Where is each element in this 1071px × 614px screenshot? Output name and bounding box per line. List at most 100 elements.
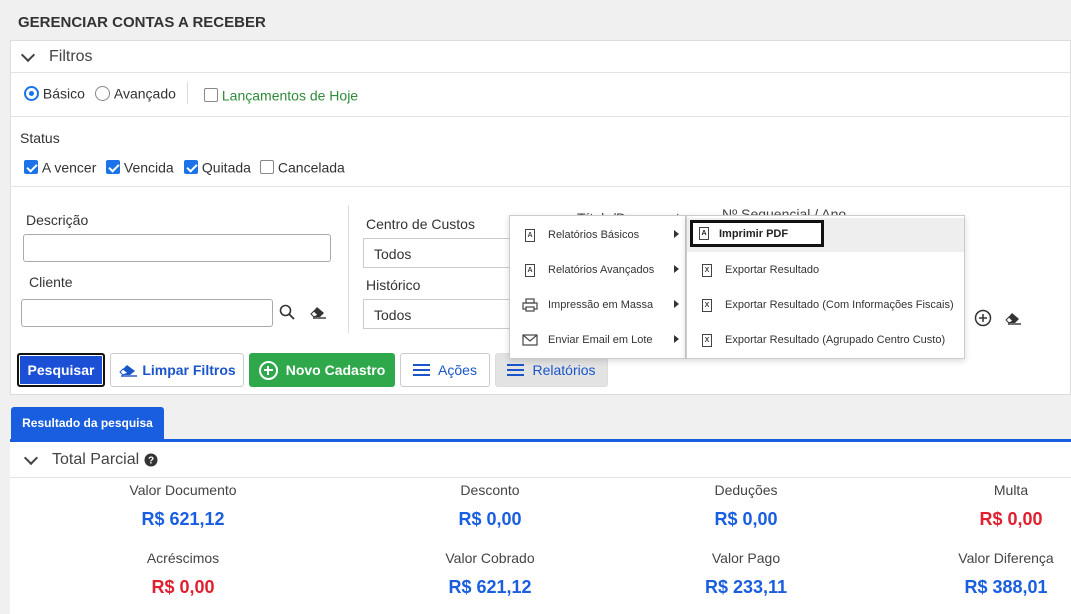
submenu-item-label: Exportar Resultado (Com Informações Fisc…: [725, 299, 954, 311]
svg-text:?: ?: [148, 455, 154, 466]
actions-label: Ações: [438, 362, 477, 378]
stat-label-desconto: Desconto: [460, 482, 520, 498]
centro-custos-label: Centro de Custos: [366, 216, 475, 232]
stat-value-deducoes: R$ 0,00: [714, 509, 778, 529]
mode-divider: [187, 82, 188, 104]
total-partial-title: Total Parcial: [52, 450, 140, 468]
imprimir-pdf-label: Imprimir PDF: [719, 227, 789, 240]
status-quitada-checkbox[interactable]: [184, 160, 198, 175]
search-button[interactable]: Pesquisar: [17, 353, 105, 387]
stat-value-multa: R$ 0,00: [979, 509, 1043, 529]
caret-right-icon: [674, 335, 679, 343]
status-quitada-label: Quitada: [201, 159, 251, 176]
eraser-icon: [119, 365, 138, 377]
excel-icon: X: [702, 298, 712, 312]
clear-filters-button[interactable]: Limpar Filtros: [110, 353, 244, 387]
cliente-input[interactable]: [21, 299, 273, 327]
radio-advanced[interactable]: Avançado: [95, 84, 176, 101]
column-divider: [348, 205, 349, 333]
status-cancelada[interactable]: Cancelada: [260, 158, 345, 175]
descricao-input[interactable]: [23, 234, 331, 262]
reports-label: Relatórios: [532, 362, 596, 378]
descricao-label: Descrição: [26, 212, 89, 228]
submenu-item-exportar-agrupado[interactable]: X Exportar Resultado (Agrupado Centro Cu…: [687, 323, 964, 357]
excel-icon: X: [702, 263, 712, 277]
stat-value-desconto: R$ 0,00: [458, 509, 522, 529]
historico-label: Histórico: [366, 277, 421, 293]
divider: [10, 116, 1071, 117]
centro-custos-select[interactable]: Todos: [363, 238, 523, 268]
radio-basic-label: Básico: [42, 85, 85, 102]
eraser-icon[interactable]: [309, 305, 327, 319]
today-checkbox[interactable]: Lançamentos de Hoje: [204, 86, 358, 103]
menu-item-impressao-massa[interactable]: Impressão em Massa: [510, 288, 685, 322]
divider: [10, 186, 1071, 187]
caret-right-icon: [674, 230, 679, 238]
clear-filters-label: Limpar Filtros: [142, 362, 236, 378]
status-vencida-checkbox[interactable]: [106, 160, 120, 175]
reports-menu: A Relatórios Básicos A Relatórios Avança…: [509, 215, 686, 359]
chevron-down-icon[interactable]: [20, 47, 36, 62]
menu-item-label: Relatórios Avançados: [548, 264, 655, 276]
status-vencida[interactable]: Vencida: [106, 158, 174, 175]
pdf-icon: A: [699, 227, 709, 240]
today-checkbox-box[interactable]: [204, 88, 218, 103]
menu-item-relatorios-avancados[interactable]: A Relatórios Avançados: [510, 253, 685, 287]
status-cancelada-label: Cancelada: [277, 159, 345, 176]
help-icon[interactable]: ?: [144, 453, 158, 467]
submenu-item-label: Exportar Resultado: [725, 264, 820, 276]
new-record-button[interactable]: Novo Cadastro: [249, 353, 395, 387]
status-a-vencer-label: A vencer: [41, 159, 97, 176]
stat-label-deducoes: Deduções: [714, 482, 778, 498]
radio-advanced-indicator[interactable]: [95, 85, 110, 101]
stat-label-valor-cobrado: Valor Cobrado: [445, 550, 535, 566]
radio-basic[interactable]: Básico: [24, 84, 85, 101]
stat-value-valor-pago: R$ 233,11: [704, 577, 788, 597]
submenu-item-label: Exportar Resultado (Agrupado Centro Cust…: [725, 334, 946, 346]
actions-button[interactable]: Ações: [400, 353, 490, 387]
submenu-item-exportar-fiscais[interactable]: X Exportar Resultado (Com Informações Fi…: [687, 288, 964, 322]
stat-label-multa: Multa: [993, 482, 1029, 498]
historico-select[interactable]: Todos: [363, 299, 523, 329]
status-quitada[interactable]: Quitada: [184, 158, 251, 175]
status-a-vencer-checkbox[interactable]: [24, 160, 38, 175]
stat-label-valor-documento: Valor Documento: [129, 482, 237, 498]
chevron-down-icon[interactable]: [23, 450, 39, 465]
stat-value-acrescimos: R$ 0,00: [151, 577, 215, 597]
pdf-icon: A: [525, 263, 535, 277]
search-icon[interactable]: [279, 304, 295, 320]
add-circle-icon[interactable]: [974, 309, 992, 327]
stat-value-valor-diferenca: R$ 388,01: [964, 577, 1048, 597]
menu-icon: [413, 364, 431, 376]
imprimir-pdf-focused[interactable]: A Imprimir PDF: [690, 220, 824, 247]
status-vencida-label: Vencida: [123, 159, 174, 176]
filters-title: Filtros: [49, 47, 93, 65]
status-cancelada-checkbox[interactable]: [260, 160, 274, 175]
today-label: Lançamentos de Hoje: [221, 87, 359, 104]
pdf-icon: A: [525, 228, 535, 242]
total-partial-header[interactable]: Total Parcial ?: [10, 442, 1071, 478]
envelope-icon: [522, 334, 538, 346]
submenu-item-exportar-resultado[interactable]: X Exportar Resultado: [687, 253, 964, 287]
excel-icon: X: [702, 333, 712, 347]
stat-label-valor-diferenca: Valor Diferença: [958, 550, 1054, 566]
tab-search-results[interactable]: Resultado da pesquisa: [11, 407, 164, 439]
menu-icon: [507, 364, 525, 376]
status-a-vencer[interactable]: A vencer: [24, 158, 96, 175]
radio-basic-indicator[interactable]: [24, 85, 39, 101]
printer-icon: [522, 298, 538, 312]
status-label: Status: [20, 130, 60, 146]
menu-item-relatorios-basicos[interactable]: A Relatórios Básicos: [510, 218, 685, 252]
cliente-label: Cliente: [29, 274, 73, 290]
filters-header[interactable]: Filtros: [11, 41, 1070, 73]
eraser-icon[interactable]: [1004, 311, 1022, 325]
menu-item-label: Relatórios Básicos: [548, 229, 640, 241]
stat-label-acrescimos: Acréscimos: [146, 550, 220, 566]
caret-right-icon: [674, 300, 679, 308]
page-title: GERENCIAR CONTAS A RECEBER: [0, 0, 1071, 42]
stat-value-valor-cobrado: R$ 621,12: [448, 577, 532, 597]
menu-item-label: Enviar Email em Lote: [548, 334, 653, 346]
stat-label-valor-pago: Valor Pago: [711, 550, 781, 566]
stat-value-valor-documento: R$ 621,12: [141, 509, 225, 529]
menu-item-enviar-email[interactable]: Enviar Email em Lote: [510, 323, 685, 357]
